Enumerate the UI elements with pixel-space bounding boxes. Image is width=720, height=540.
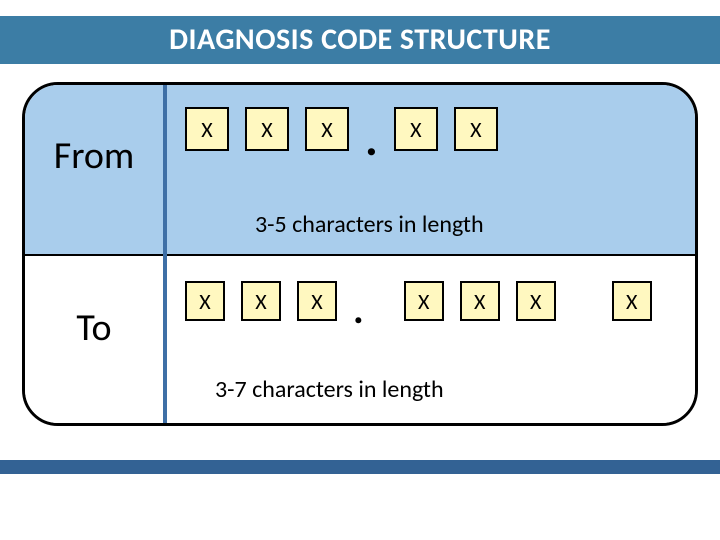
code-slot: X [612, 281, 652, 321]
code-slot: X [185, 281, 225, 321]
code-slot: X [297, 281, 337, 321]
from-label: From [25, 133, 163, 179]
from-caption: 3-5 characters in length [255, 210, 484, 239]
dot-separator: . [365, 129, 378, 148]
code-slot: X [185, 107, 229, 151]
code-slot: X [404, 281, 444, 321]
code-slot: X [305, 107, 349, 151]
diagram-frame: From To X X X . X X 3-5 characters in le… [22, 82, 698, 426]
code-slot: X [245, 107, 289, 151]
code-slot: X [460, 281, 500, 321]
to-label: To [25, 305, 163, 351]
dot-separator: . [353, 302, 364, 318]
code-slot: X [394, 107, 438, 151]
footer-bar [0, 460, 720, 474]
code-slot: X [241, 281, 281, 321]
divider-vertical [163, 85, 167, 423]
divider-horizontal [25, 254, 695, 256]
to-caption: 3-7 characters in length [215, 375, 444, 404]
code-slot: X [516, 281, 556, 321]
page-title: DIAGNOSIS CODE STRUCTURE [0, 16, 720, 64]
to-code-row: X X X . X X X X [185, 281, 652, 321]
code-slot: X [454, 107, 498, 151]
from-code-row: X X X . X X [185, 107, 498, 151]
